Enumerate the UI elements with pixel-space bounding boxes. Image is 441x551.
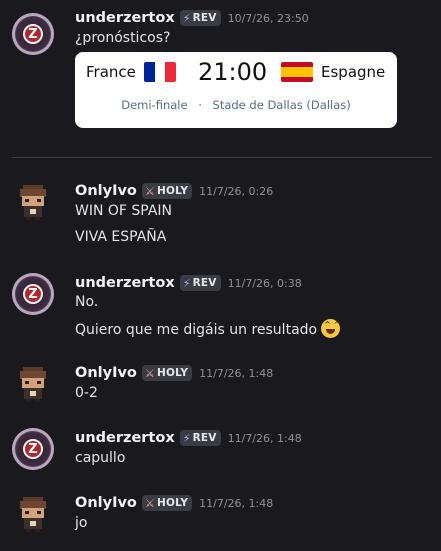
message-text: ¿pronósticos? <box>75 30 171 46</box>
user-tag[interactable]: ⚡ REV <box>179 10 221 26</box>
avatar[interactable]: Z <box>12 273 54 315</box>
sword-icon: ⚔ <box>144 366 155 380</box>
tag-label: HOLY <box>156 367 189 379</box>
away-team: Espagne <box>281 62 385 82</box>
avatar[interactable] <box>12 181 54 223</box>
lightning-icon: ⚡ <box>182 431 191 445</box>
france-flag-icon <box>143 62 176 82</box>
match-meta: Demi-finale · Stade de Dallas (Dallas) <box>75 98 397 112</box>
username[interactable]: underzertox <box>75 430 175 446</box>
timestamp: 11/7/26, 1:48 <box>199 366 274 380</box>
tag-label: HOLY <box>156 497 189 509</box>
match-stage: Demi-finale <box>121 98 188 112</box>
z-logo-icon: Z <box>23 284 43 304</box>
timestamp: 11/7/26, 0:38 <box>227 276 302 290</box>
match-time: 21:00 <box>198 58 268 86</box>
home-team-name: France <box>86 63 136 81</box>
tag-label: REV <box>192 277 217 289</box>
message-text: VIVA ESPAÑA <box>75 229 167 245</box>
message-header: OnlyIvo ⚔ HOLY 11/7/26, 1:48 <box>75 363 273 383</box>
message-text: No. <box>75 294 99 310</box>
home-team: France <box>86 62 176 82</box>
avatar[interactable]: Z <box>12 13 54 55</box>
lightning-icon: ⚡ <box>182 276 191 290</box>
message-header: OnlyIvo ⚔ HOLY 11/7/26, 1:48 <box>75 493 273 513</box>
sword-icon: ⚔ <box>144 184 155 198</box>
z-logo-icon: Z <box>23 439 43 459</box>
pixel-character-icon <box>20 367 46 402</box>
match-venue: Stade de Dallas (Dallas) <box>212 98 351 112</box>
pixel-character-icon <box>20 185 46 220</box>
avatar[interactable]: Z <box>12 428 54 470</box>
message-header: underzertox ⚡ REV 10/7/26, 23:50 <box>75 8 309 28</box>
username[interactable]: underzertox <box>75 10 175 26</box>
message-header: OnlyIvo ⚔ HOLY 11/7/26, 0:26 <box>75 181 273 201</box>
divider <box>12 157 432 158</box>
avatar[interactable] <box>12 493 54 535</box>
avatar[interactable] <box>12 363 54 405</box>
grinning-face-emoji <box>321 319 340 338</box>
user-tag[interactable]: ⚔ HOLY <box>141 183 193 199</box>
username[interactable]: OnlyIvo <box>75 365 137 381</box>
user-tag[interactable]: ⚡ REV <box>179 275 221 291</box>
z-logo-icon: Z <box>23 24 43 44</box>
user-tag[interactable]: ⚡ REV <box>179 430 221 446</box>
pixel-character-icon <box>20 497 46 532</box>
lightning-icon: ⚡ <box>182 11 191 25</box>
timestamp: 11/7/26, 0:26 <box>199 184 274 198</box>
timestamp: 10/7/26, 23:50 <box>227 11 309 25</box>
username[interactable]: underzertox <box>75 275 175 291</box>
message-header: underzertox ⚡ REV 11/7/26, 1:48 <box>75 428 302 448</box>
user-tag[interactable]: ⚔ HOLY <box>141 495 193 511</box>
tag-label: HOLY <box>156 185 189 197</box>
match-card[interactable]: France 21:00 Espagne Demi-finale · Stade… <box>75 52 397 128</box>
user-tag[interactable]: ⚔ HOLY <box>141 365 193 381</box>
timestamp: 11/7/26, 1:48 <box>227 431 302 445</box>
message-header: underzertox ⚡ REV 11/7/26, 0:38 <box>75 273 302 293</box>
message-text: jo <box>75 515 88 531</box>
message-text: WIN OF SPAIN <box>75 203 173 219</box>
meta-separator: · <box>198 98 202 112</box>
tag-label: REV <box>192 432 217 444</box>
username[interactable]: OnlyIvo <box>75 495 137 511</box>
sword-icon: ⚔ <box>144 496 155 510</box>
spain-flag-icon <box>281 62 313 82</box>
message-text: Quiero que me digáis un resultado <box>75 322 318 338</box>
timestamp: 11/7/26, 1:48 <box>199 496 274 510</box>
tag-label: REV <box>192 12 217 24</box>
away-team-name: Espagne <box>321 63 386 81</box>
message-text-with-emoji: Quiero que me digáis un resultado <box>75 319 340 338</box>
message-text: 0-2 <box>75 385 98 401</box>
message-text: capullo <box>75 450 126 466</box>
username[interactable]: OnlyIvo <box>75 183 137 199</box>
